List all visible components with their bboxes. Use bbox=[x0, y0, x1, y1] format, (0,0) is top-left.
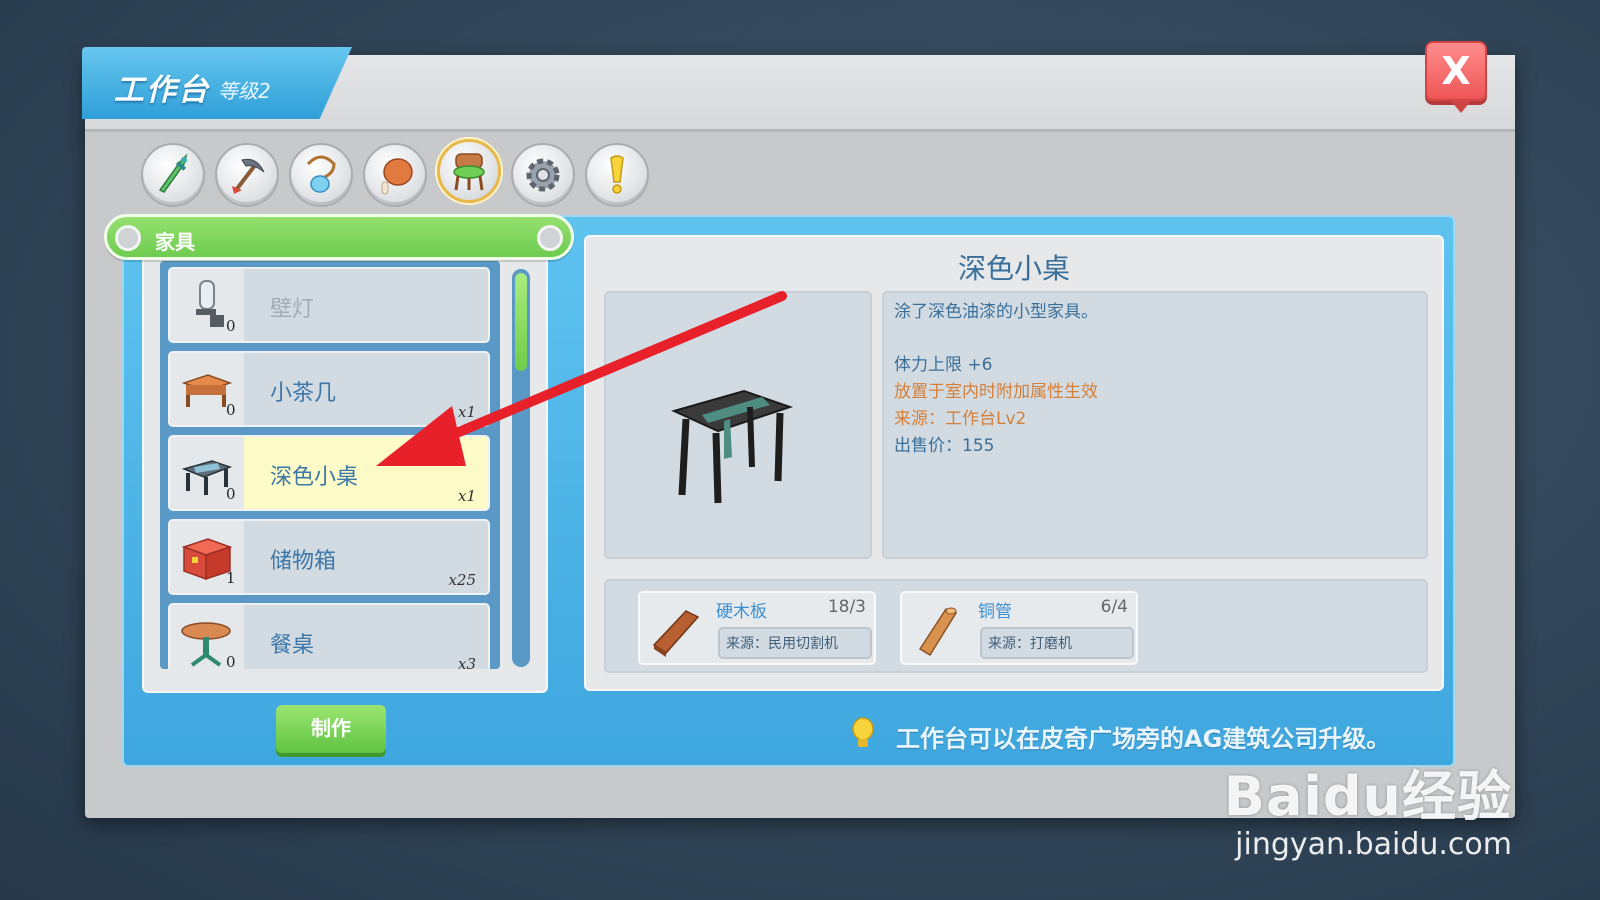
detail-title: 深色小桌 bbox=[957, 252, 1070, 285]
exclamation-icon bbox=[610, 155, 624, 194]
workbench-level: 等级2 bbox=[218, 79, 271, 103]
category-label: 家具 bbox=[155, 230, 195, 254]
tab-special[interactable] bbox=[585, 143, 649, 207]
material-count: 6/4 bbox=[1100, 597, 1128, 617]
item-name: 壁灯 bbox=[270, 297, 315, 322]
effect-note: 放置于室内时附加属性生效 bbox=[894, 382, 1098, 402]
list-item-dining-table[interactable]: 0 餐桌 x3 bbox=[168, 603, 490, 669]
material-count: 18/3 bbox=[827, 597, 866, 617]
tab-tools[interactable] bbox=[215, 143, 279, 207]
tab-weapons[interactable] bbox=[141, 143, 205, 207]
close-button[interactable]: X bbox=[1425, 41, 1487, 113]
craft-qty: x1 bbox=[457, 487, 476, 505]
pendant-icon bbox=[306, 155, 336, 193]
title-tab: 工作台 等级2 bbox=[82, 47, 352, 119]
list-item-dark-table[interactable]: 0 深色小桌 x1 bbox=[168, 435, 490, 511]
material-name: 铜管 bbox=[978, 602, 1012, 622]
description-text: 涂了深色油漆的小型家具。 bbox=[894, 302, 1098, 322]
owned-count: 0 bbox=[226, 485, 236, 503]
header-knob-right bbox=[537, 225, 563, 251]
materials-panel: 硬木板 18/3 来源：民用切割机 铜管 6/4 来源：打磨机 bbox=[604, 579, 1428, 673]
item-name: 小茶几 bbox=[270, 381, 337, 406]
detail-panel: 深色小桌 涂了深色油漆的小型家具。 体力上限 +6 放置于室内时附加属性生效 来… bbox=[584, 235, 1444, 691]
window-title: 工作台 bbox=[114, 73, 210, 108]
tab-food[interactable] bbox=[363, 143, 427, 207]
hint-text: 工作台可以在皮奇广场旁的AG建筑公司升级。 bbox=[896, 725, 1391, 753]
make-button[interactable]: 制作 bbox=[276, 705, 386, 753]
watermark: Baidu经验 jingyan.baidu.com bbox=[1224, 752, 1512, 862]
item-source: 来源：工作台Lv2 bbox=[894, 409, 1027, 429]
material-hardwood-plank[interactable]: 硬木板 18/3 来源：民用切割机 bbox=[638, 591, 876, 665]
watermark-url: jingyan.baidu.com bbox=[1235, 827, 1512, 862]
recipe-list[interactable]: 0 壁灯 0 小茶几 x1 0 深色小桌 x1 1 储物箱 x25 0 餐桌 x… bbox=[160, 261, 500, 669]
item-description: 涂了深色油漆的小型家具。 体力上限 +6 放置于室内时附加属性生效 来源：工作台… bbox=[882, 291, 1428, 559]
tab-parts[interactable] bbox=[511, 143, 575, 207]
owned-count: 0 bbox=[226, 401, 236, 419]
item-name: 餐桌 bbox=[270, 633, 315, 658]
list-scrollbar[interactable] bbox=[512, 269, 530, 667]
dark-table-preview-icon bbox=[671, 389, 794, 504]
gear-icon bbox=[526, 158, 560, 192]
material-name: 硬木板 bbox=[716, 602, 767, 622]
list-item-wall-lamp[interactable]: 0 壁灯 bbox=[168, 267, 490, 343]
title-bar: 工作台 等级2 bbox=[82, 47, 1515, 132]
owned-count: 1 bbox=[226, 569, 236, 587]
copper-pipe-icon bbox=[918, 607, 958, 657]
header-knob-left bbox=[115, 225, 141, 251]
craft-qty: x25 bbox=[448, 571, 476, 589]
material-copper-pipe[interactable]: 铜管 6/4 来源：打磨机 bbox=[900, 591, 1138, 665]
scrollbar-thumb[interactable] bbox=[515, 273, 527, 371]
workbench-window: 工作台 等级2 X 0 壁灯 0 小茶几 x1 0 深色小桌 x1 1 储物箱 … bbox=[82, 41, 1515, 818]
owned-count: 0 bbox=[226, 317, 236, 335]
content-area: 0 壁灯 0 小茶几 x1 0 深色小桌 x1 1 储物箱 x25 0 餐桌 x… bbox=[104, 214, 1455, 767]
sell-price: 出售价：155 bbox=[894, 436, 995, 456]
tab-furniture[interactable] bbox=[437, 139, 501, 203]
category-header: 家具 bbox=[104, 214, 574, 260]
watermark-brand: Baidu经验 bbox=[1223, 765, 1512, 828]
chair-icon bbox=[453, 153, 485, 191]
lightbulb-icon bbox=[852, 717, 874, 747]
recipe-list-panel: 0 壁灯 0 小茶几 x1 0 深色小桌 x1 1 储物箱 x25 0 餐桌 x… bbox=[142, 237, 548, 693]
material-source: 来源：民用切割机 bbox=[718, 627, 872, 659]
sword-icon bbox=[158, 153, 188, 193]
list-item-tea-table[interactable]: 0 小茶几 x1 bbox=[168, 351, 490, 427]
owned-count: 0 bbox=[226, 653, 236, 669]
item-preview bbox=[604, 291, 872, 559]
material-source: 来源：打磨机 bbox=[980, 627, 1134, 659]
stat-bonus: 体力上限 +6 bbox=[894, 355, 993, 375]
craft-qty: x1 bbox=[457, 403, 476, 421]
meat-icon bbox=[381, 158, 413, 195]
pickaxe-icon bbox=[232, 158, 265, 194]
list-item-storage-box[interactable]: 1 储物箱 x25 bbox=[168, 519, 490, 595]
tab-accessories[interactable] bbox=[289, 143, 353, 207]
item-name: 储物箱 bbox=[270, 549, 337, 574]
item-name: 深色小桌 bbox=[270, 465, 359, 490]
wood-plank-icon bbox=[652, 610, 700, 657]
craft-qty: x3 bbox=[457, 655, 476, 669]
